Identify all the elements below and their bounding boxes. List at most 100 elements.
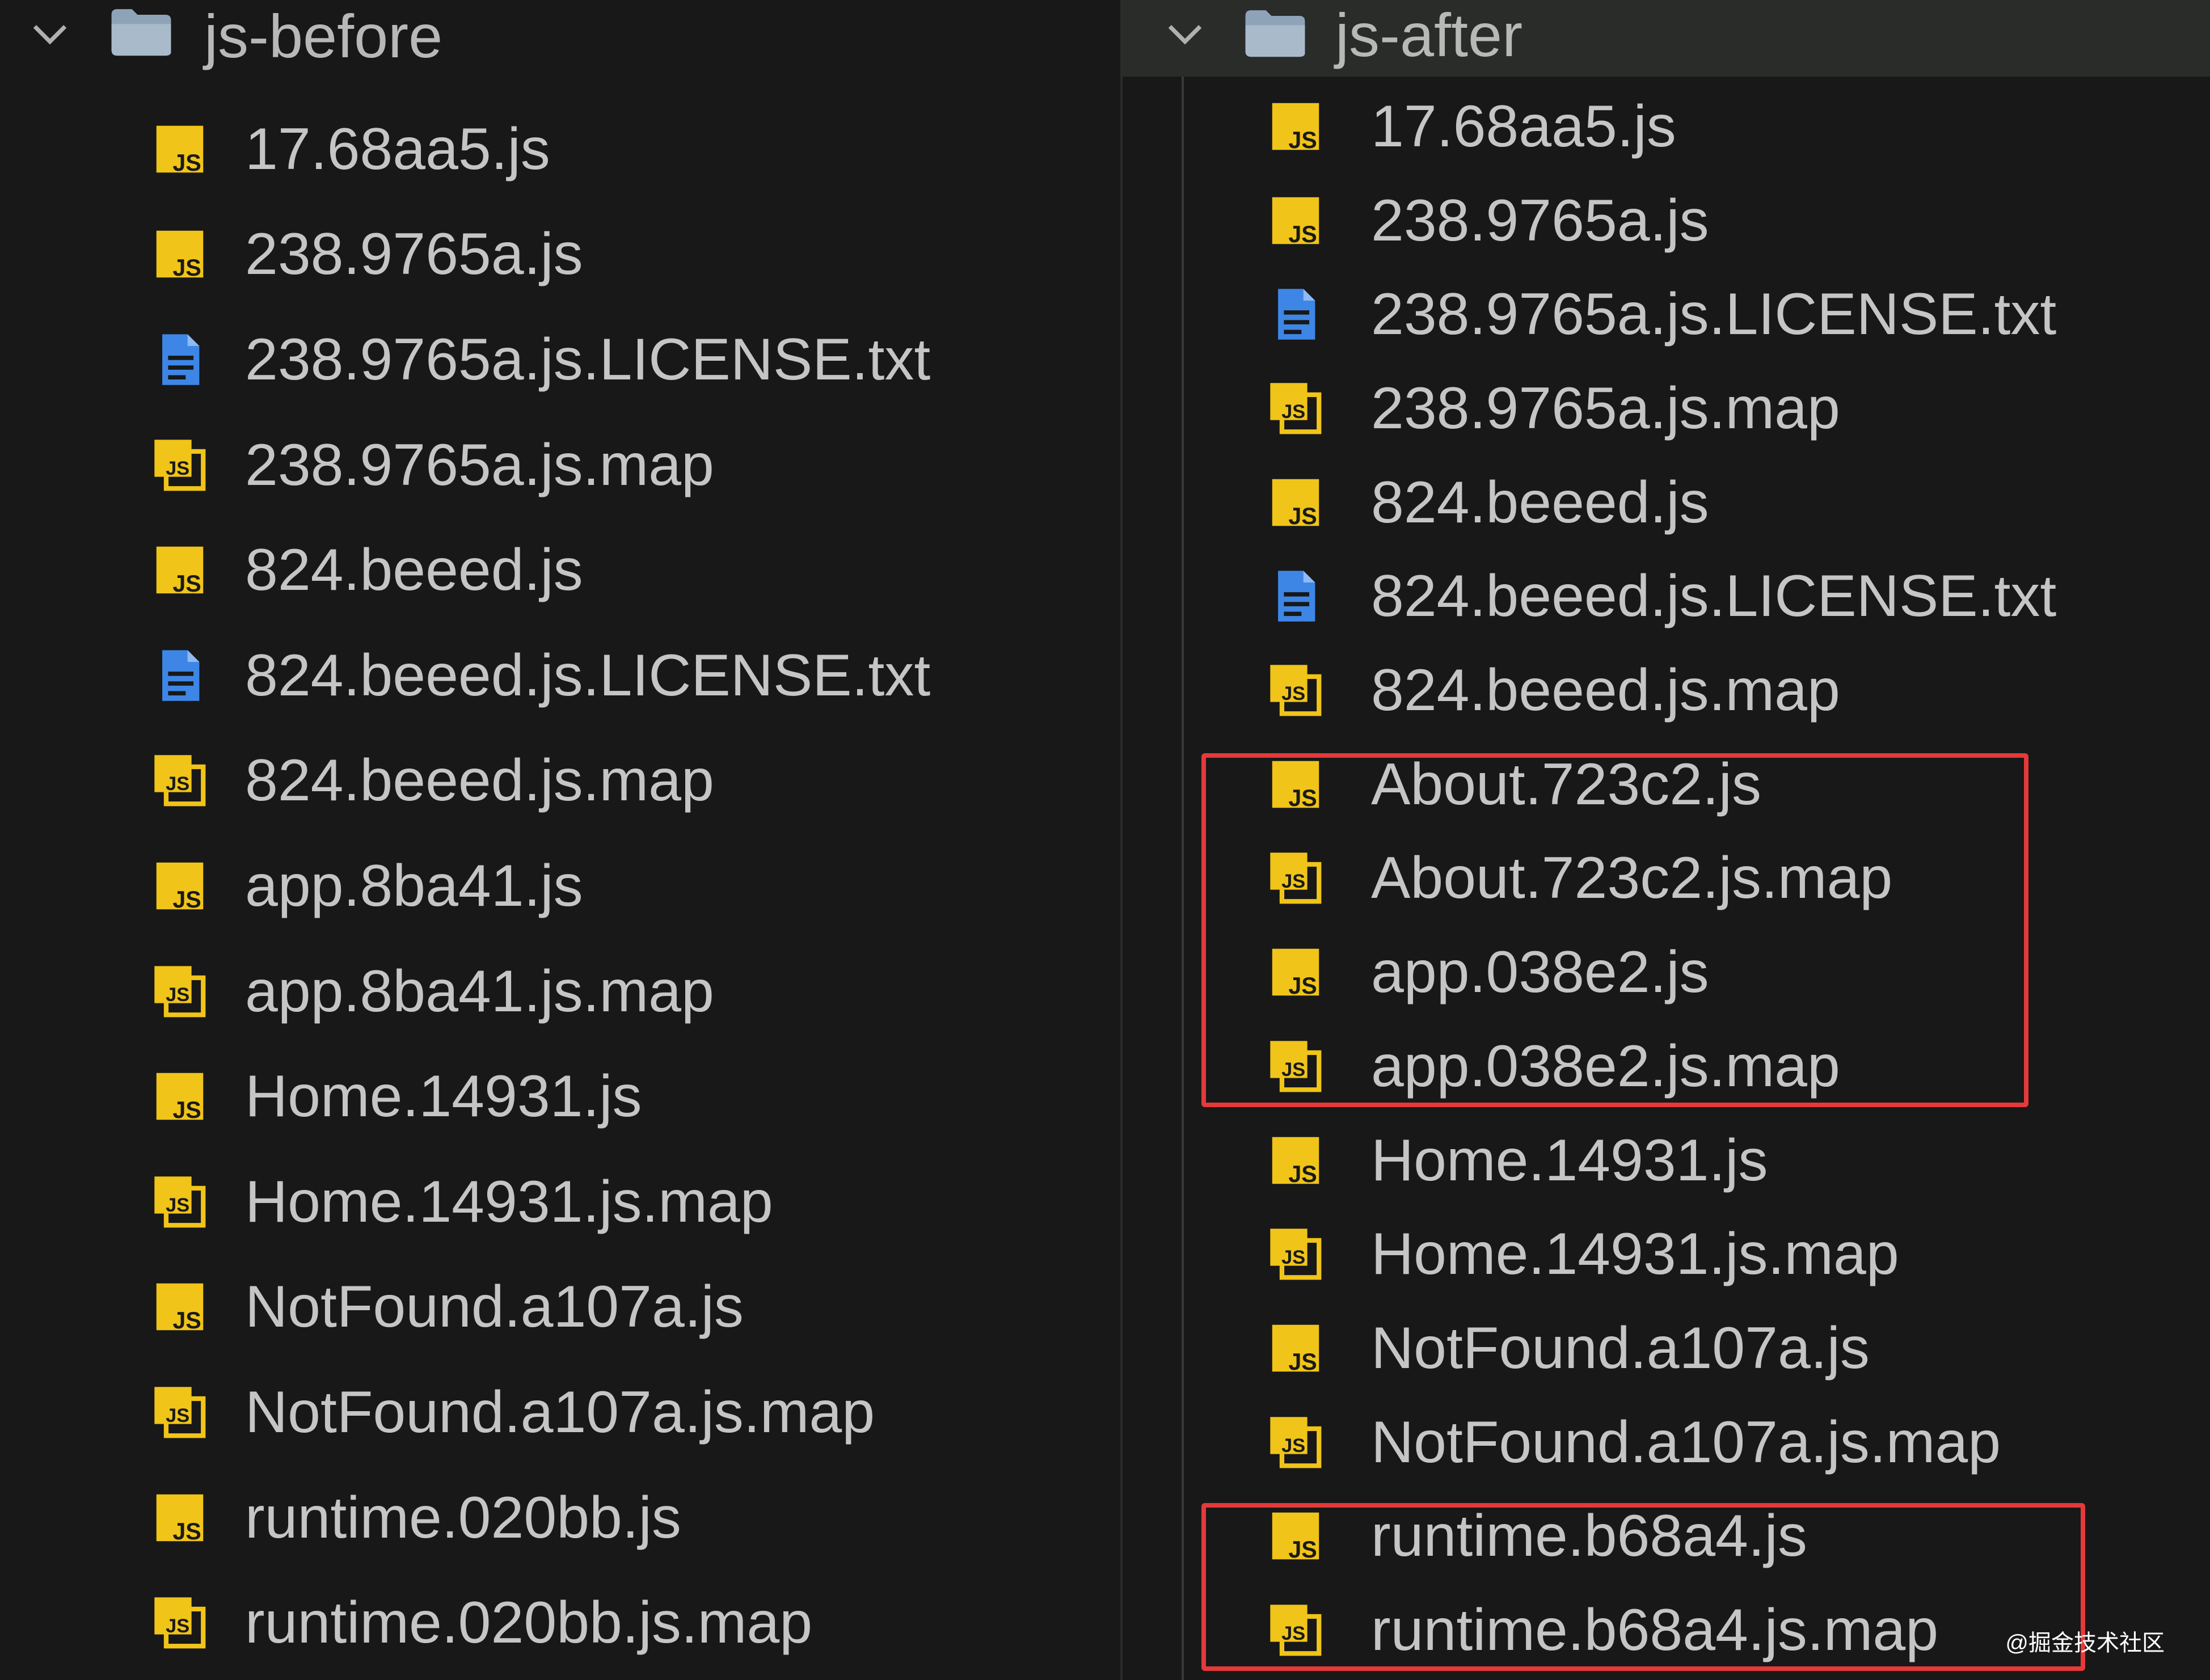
file-row[interactable]: JS runtime.020bb.js.map: [0, 1570, 1120, 1675]
watermark: @掘金技术社区: [2005, 1631, 2165, 1656]
file-name: 824.beeed.js.map: [1371, 657, 1840, 724]
svg-text:JS: JS: [172, 1518, 201, 1544]
svg-text:JS: JS: [1288, 221, 1317, 247]
js-file-icon: JS: [149, 1065, 211, 1128]
file-row[interactable]: 824.beeed.js.LICENSE.txt: [1123, 550, 2210, 644]
file-row[interactable]: JS 824.beeed.js: [1123, 455, 2210, 550]
js-file-icon: JS: [149, 1487, 211, 1549]
svg-text:JS: JS: [172, 1307, 201, 1333]
file-row[interactable]: JS Home.14931.js.map: [1123, 1207, 2210, 1301]
text-file-icon: [1264, 565, 1327, 627]
svg-text:JS: JS: [172, 887, 201, 913]
file-name: 238.9765a.js: [245, 221, 583, 288]
js-map-file-icon: JS: [149, 1171, 211, 1233]
file-row[interactable]: 238.9765a.js.LICENSE.txt: [1123, 267, 2210, 361]
file-name: 17.68aa5.js: [1371, 93, 1676, 159]
svg-text:JS: JS: [166, 1615, 189, 1637]
file-row[interactable]: JS NotFound.a107a.js.map: [1123, 1395, 2210, 1489]
js-file-icon: JS: [1264, 1129, 1327, 1192]
chevron-down-icon[interactable]: [1162, 11, 1208, 57]
file-row[interactable]: JS 238.9765a.js: [0, 202, 1120, 307]
file-row[interactable]: JS Home.14931.js.map: [0, 1149, 1120, 1255]
file-row[interactable]: JS 824.beeed.js: [0, 517, 1120, 623]
file-name: Home.14931.js: [1371, 1127, 1768, 1193]
folder-name: js-before: [204, 2, 443, 70]
file-name: 238.9765a.js.map: [1371, 375, 1840, 441]
svg-text:JS: JS: [172, 571, 201, 597]
svg-text:JS: JS: [172, 255, 201, 281]
js-file-icon: JS: [149, 1276, 211, 1338]
js-map-file-icon: JS: [149, 960, 211, 1023]
svg-text:JS: JS: [166, 984, 189, 1006]
file-row[interactable]: JS NotFound.a107a.js: [0, 1255, 1120, 1360]
js-map-file-icon: JS: [149, 749, 211, 812]
folder-row-js-after[interactable]: js-after: [1123, 0, 2210, 77]
file-name: 17.68aa5.js: [245, 116, 550, 182]
js-file-icon: JS: [149, 223, 211, 285]
file-name: runtime.020bb.js: [245, 1484, 681, 1551]
file-row[interactable]: 824.beeed.js.LICENSE.txt: [0, 623, 1120, 728]
file-name: app.8ba41.js.map: [245, 958, 714, 1024]
file-row[interactable]: JS 17.68aa5.js: [1123, 79, 2210, 174]
js-map-file-icon: JS: [149, 1381, 211, 1443]
file-row[interactable]: JS 238.9765a.js: [1123, 174, 2210, 268]
file-row[interactable]: JS app.8ba41.js.map: [0, 939, 1120, 1044]
file-name: NotFound.a107a.js: [1371, 1315, 1870, 1381]
file-name: 238.9765a.js.LICENSE.txt: [1371, 281, 2057, 348]
js-map-file-icon: JS: [1264, 659, 1327, 721]
file-row[interactable]: JS app.8ba41.js: [0, 833, 1120, 939]
file-row[interactable]: JS 17.68aa5.js: [0, 96, 1120, 202]
chevron-down-icon[interactable]: [27, 11, 73, 57]
svg-text:JS: JS: [1288, 503, 1317, 529]
svg-text:JS: JS: [166, 1194, 189, 1216]
js-map-file-icon: JS: [149, 434, 211, 496]
js-file-icon: JS: [149, 855, 211, 917]
file-name: 824.beeed.js: [245, 537, 583, 603]
file-row[interactable]: JS NotFound.a107a.js.map: [0, 1360, 1120, 1465]
file-row[interactable]: JS Home.14931.js: [0, 1044, 1120, 1149]
explorer-pane-after: js-after JS 17.68aa5.js JS 238.9765a.js 238.…: [1123, 0, 2210, 1680]
folder-icon: [108, 5, 175, 58]
highlight-box-runtime: [1201, 1503, 2085, 1671]
js-file-icon: JS: [1264, 189, 1327, 252]
file-name: 824.beeed.js: [1371, 469, 1709, 535]
file-row[interactable]: JS 238.9765a.js.map: [1123, 361, 2210, 455]
svg-text:JS: JS: [1281, 401, 1305, 423]
svg-text:JS: JS: [172, 1097, 201, 1123]
file-row[interactable]: JS 824.beeed.js.map: [1123, 643, 2210, 737]
explorer-pane-before: js-before JS 17.68aa5.js JS 238.9765a.js 238…: [0, 0, 1120, 1680]
folder-row-js-before[interactable]: js-before: [0, 0, 1120, 77]
file-row[interactable]: 238.9765a.js.LICENSE.txt: [0, 307, 1120, 412]
svg-text:JS: JS: [166, 774, 189, 795]
file-name: runtime.020bb.js.map: [245, 1590, 813, 1656]
folder-icon: [1242, 6, 1309, 60]
file-row[interactable]: JS Home.14931.js: [1123, 1113, 2210, 1208]
file-name: app.8ba41.js: [245, 852, 583, 919]
file-name: Home.14931.js: [245, 1063, 642, 1130]
file-name: NotFound.a107a.js.map: [1371, 1409, 2001, 1475]
file-name: 824.beeed.js.LICENSE.txt: [1371, 563, 2057, 630]
js-map-file-icon: JS: [1264, 1223, 1327, 1285]
file-name: 824.beeed.js.map: [245, 748, 714, 814]
file-name: 824.beeed.js.LICENSE.txt: [245, 642, 931, 708]
file-name: 238.9765a.js.map: [245, 432, 714, 498]
file-row[interactable]: JS NotFound.a107a.js: [1123, 1301, 2210, 1395]
text-file-icon: [1264, 283, 1327, 345]
js-file-icon: JS: [1264, 471, 1327, 534]
text-file-icon: [149, 328, 211, 391]
svg-text:JS: JS: [1281, 1435, 1305, 1457]
svg-text:JS: JS: [166, 1405, 189, 1426]
text-file-icon: [149, 644, 211, 707]
svg-text:JS: JS: [1288, 1349, 1317, 1375]
js-map-file-icon: JS: [149, 1592, 211, 1654]
js-file-icon: JS: [1264, 95, 1327, 158]
file-name: NotFound.a107a.js: [245, 1274, 744, 1340]
file-row[interactable]: JS 824.beeed.js.map: [0, 728, 1120, 834]
file-row[interactable]: JS 238.9765a.js.map: [0, 412, 1120, 518]
svg-text:JS: JS: [1288, 1160, 1317, 1187]
svg-text:JS: JS: [1281, 683, 1305, 704]
file-name: 238.9765a.js.LICENSE.txt: [245, 326, 931, 392]
js-map-file-icon: JS: [1264, 1411, 1327, 1474]
file-row[interactable]: JS runtime.020bb.js: [0, 1465, 1120, 1571]
js-map-file-icon: JS: [1264, 377, 1327, 440]
